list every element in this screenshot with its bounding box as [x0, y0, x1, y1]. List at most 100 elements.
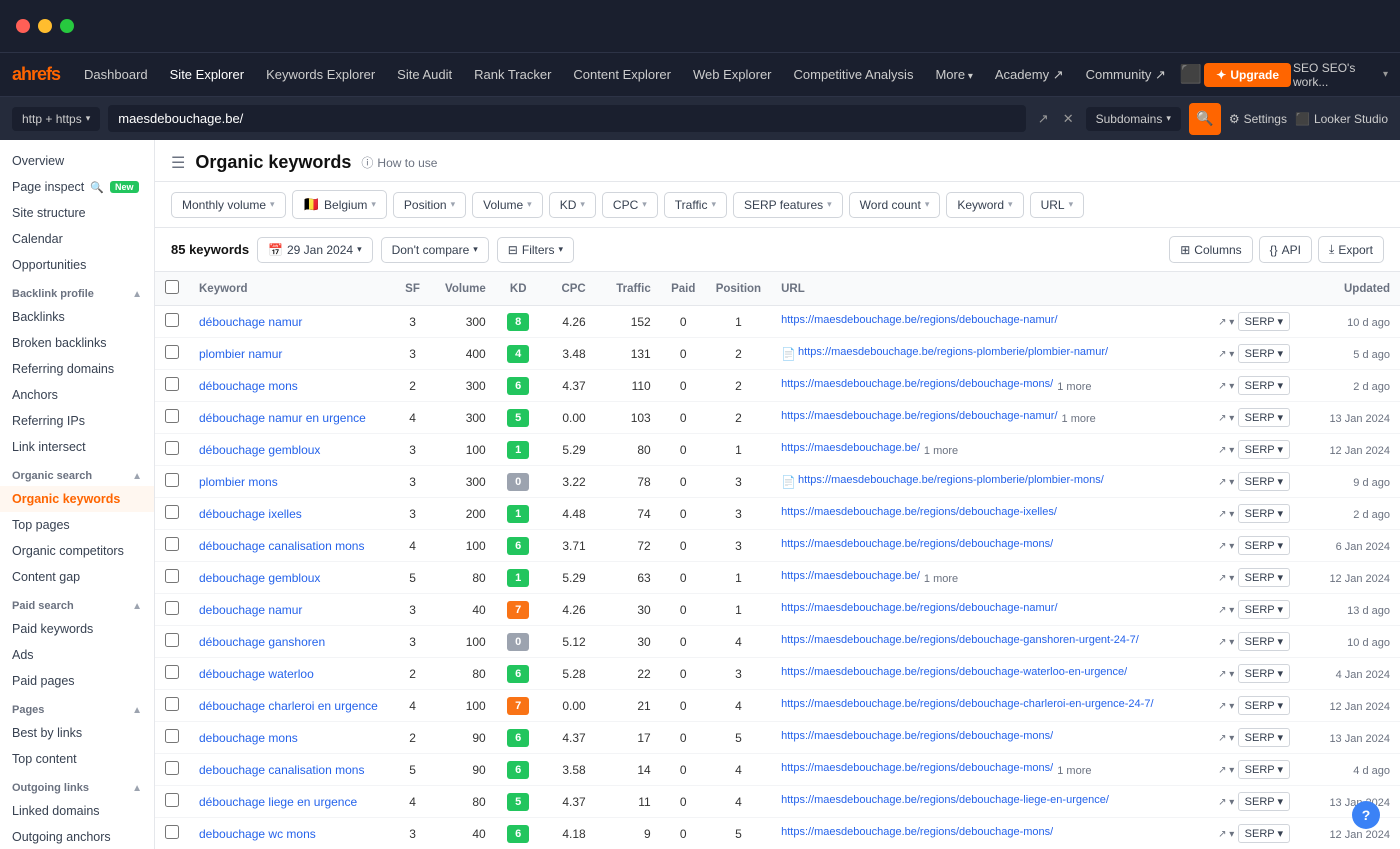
sidebar-item-top-content[interactable]: Top content — [0, 746, 154, 772]
trend-button[interactable]: ↗ ▾ — [1218, 765, 1234, 776]
trend-button[interactable]: ↗ ▾ — [1218, 605, 1234, 616]
trend-button[interactable]: ↗ ▾ — [1218, 829, 1234, 840]
header-cpc[interactable]: CPC — [541, 272, 596, 306]
sidebar-item-ads[interactable]: Ads — [0, 642, 154, 668]
sidebar-item-top-pages[interactable]: Top pages — [0, 512, 154, 538]
sidebar-item-link-intersect[interactable]: Link intersect — [0, 434, 154, 460]
header-volume[interactable]: Volume — [435, 272, 496, 306]
keyword-link[interactable]: debouchage namur — [199, 603, 302, 617]
serp-button[interactable]: SERP ▾ — [1238, 536, 1290, 555]
filters-button[interactable]: ⊟ Filters ▾ — [497, 237, 574, 263]
serp-button[interactable]: SERP ▾ — [1238, 696, 1290, 715]
url-link[interactable]: https://maesdebouchage.be/regions/debouc… — [781, 410, 1057, 422]
sidebar-item-best-by-links[interactable]: Best by links — [0, 720, 154, 746]
sidebar-item-site-structure[interactable]: Site structure — [0, 200, 154, 226]
keyword-link[interactable]: débouchage charleroi en urgence — [199, 699, 378, 713]
upgrade-button[interactable]: ✦ Upgrade — [1204, 63, 1291, 87]
sidebar-item-content-gap[interactable]: Content gap — [0, 564, 154, 590]
row-checkbox[interactable] — [165, 505, 179, 519]
how-to-link[interactable]: ⓘ How to use — [361, 154, 437, 171]
trend-button[interactable]: ↗ ▾ — [1218, 445, 1234, 456]
sidebar-item-paid-keywords[interactable]: Paid keywords — [0, 616, 154, 642]
keyword-link[interactable]: plombier mons — [199, 475, 278, 489]
nav-community[interactable]: Community ↗ — [1076, 61, 1176, 89]
workspace-label[interactable]: SEO SEO's work... — [1293, 61, 1381, 89]
date-picker[interactable]: 📅 29 Jan 2024 ▾ — [257, 237, 373, 263]
sidebar-item-anchors[interactable]: Anchors — [0, 382, 154, 408]
serp-button[interactable]: SERP ▾ — [1238, 568, 1290, 587]
row-checkbox[interactable] — [165, 569, 179, 583]
serp-button[interactable]: SERP ▾ — [1238, 504, 1290, 523]
trend-button[interactable]: ↗ ▾ — [1218, 797, 1234, 808]
row-checkbox[interactable] — [165, 793, 179, 807]
row-checkbox[interactable] — [165, 441, 179, 455]
keyword-link[interactable]: débouchage canalisation mons — [199, 539, 364, 553]
serp-button[interactable]: SERP ▾ — [1238, 760, 1290, 779]
sidebar-item-referring-ips[interactable]: Referring IPs — [0, 408, 154, 434]
more-urls-link[interactable]: 1 more — [924, 445, 958, 457]
select-all-checkbox[interactable] — [165, 280, 179, 294]
header-traffic[interactable]: Traffic — [596, 272, 661, 306]
trend-button[interactable]: ↗ ▾ — [1218, 701, 1234, 712]
row-checkbox[interactable] — [165, 313, 179, 327]
row-checkbox[interactable] — [165, 601, 179, 615]
search-button[interactable]: 🔍 — [1189, 103, 1221, 135]
settings-button[interactable]: ⚙ Settings — [1229, 112, 1287, 126]
serp-button[interactable]: SERP ▾ — [1238, 664, 1290, 683]
serp-button[interactable]: SERP ▾ — [1238, 824, 1290, 843]
compare-button[interactable]: Don't compare ▾ — [381, 237, 489, 263]
keyword-link[interactable]: debouchage wc mons — [199, 827, 316, 841]
looker-studio-button[interactable]: ⬛ Looker Studio — [1295, 112, 1388, 126]
url-link[interactable]: https://maesdebouchage.be/regions/debouc… — [781, 762, 1053, 774]
serp-button[interactable]: SERP ▾ — [1238, 632, 1290, 651]
url-link[interactable]: https://maesdebouchage.be/regions/debouc… — [781, 314, 1057, 326]
url-link[interactable]: https://maesdebouchage.be/ — [781, 570, 920, 582]
row-checkbox[interactable] — [165, 665, 179, 679]
row-checkbox[interactable] — [165, 729, 179, 743]
row-checkbox[interactable] — [165, 825, 179, 839]
sidebar-item-outgoing-anchors[interactable]: Outgoing anchors — [0, 824, 154, 849]
sidebar-item-paid-pages[interactable]: Paid pages — [0, 668, 154, 694]
url-link[interactable]: https://maesdebouchage.be/ — [781, 442, 920, 454]
filter-position[interactable]: Position ▾ — [393, 192, 466, 218]
keyword-link[interactable]: débouchage waterloo — [199, 667, 314, 681]
filter-url[interactable]: URL ▾ — [1030, 192, 1085, 218]
serp-button[interactable]: SERP ▾ — [1238, 344, 1290, 363]
sidebar-item-referring-domains[interactable]: Referring domains — [0, 356, 154, 382]
url-link[interactable]: https://maesdebouchage.be/regions-plombe… — [798, 474, 1104, 486]
header-sf[interactable]: SF — [390, 272, 435, 306]
keyword-link[interactable]: debouchage gembloux — [199, 571, 320, 585]
keyword-link[interactable]: débouchage namur en urgence — [199, 411, 366, 425]
row-checkbox[interactable] — [165, 409, 179, 423]
more-urls-link[interactable]: 1 more — [1057, 381, 1091, 393]
trend-button[interactable]: ↗ ▾ — [1218, 669, 1234, 680]
filter-serp-features[interactable]: SERP features ▾ — [733, 192, 843, 218]
url-link[interactable]: https://maesdebouchage.be/regions/debouc… — [781, 666, 1127, 678]
trend-button[interactable]: ↗ ▾ — [1218, 349, 1234, 360]
nav-web-explorer[interactable]: Web Explorer — [683, 61, 782, 88]
more-urls-link[interactable]: 1 more — [1057, 765, 1091, 777]
more-urls-link[interactable]: 1 more — [1062, 413, 1096, 425]
paid-collapse-icon[interactable]: ▲ — [132, 601, 142, 612]
keyword-link[interactable]: debouchage canalisation mons — [199, 763, 364, 777]
sidebar-item-opportunities[interactable]: Opportunities — [0, 252, 154, 278]
serp-button[interactable]: SERP ▾ — [1238, 408, 1290, 427]
serp-button[interactable]: SERP ▾ — [1238, 376, 1290, 395]
outgoing-collapse-icon[interactable]: ▲ — [132, 783, 142, 794]
sidebar-item-organic-keywords[interactable]: Organic keywords — [0, 486, 154, 512]
trend-button[interactable]: ↗ ▾ — [1218, 317, 1234, 328]
row-checkbox[interactable] — [165, 345, 179, 359]
serp-button[interactable]: SERP ▾ — [1238, 312, 1290, 331]
row-checkbox[interactable] — [165, 633, 179, 647]
url-link[interactable]: https://maesdebouchage.be/regions/debouc… — [781, 730, 1053, 742]
keyword-link[interactable]: débouchage liege en urgence — [199, 795, 357, 809]
columns-button[interactable]: ⊞ Columns — [1169, 236, 1252, 263]
trend-button[interactable]: ↗ ▾ — [1218, 477, 1234, 488]
organic-collapse-icon[interactable]: ▲ — [132, 471, 142, 482]
header-updated[interactable]: Updated — [1300, 272, 1400, 306]
sidebar-item-linked-domains[interactable]: Linked domains — [0, 798, 154, 824]
filter-country[interactable]: 🇧🇪 Belgium ▾ — [292, 190, 387, 219]
api-button[interactable]: {} API — [1259, 236, 1312, 263]
workspace-arrow[interactable]: ▾ — [1383, 69, 1388, 80]
external-link-icon[interactable]: ↗ — [1034, 107, 1053, 131]
